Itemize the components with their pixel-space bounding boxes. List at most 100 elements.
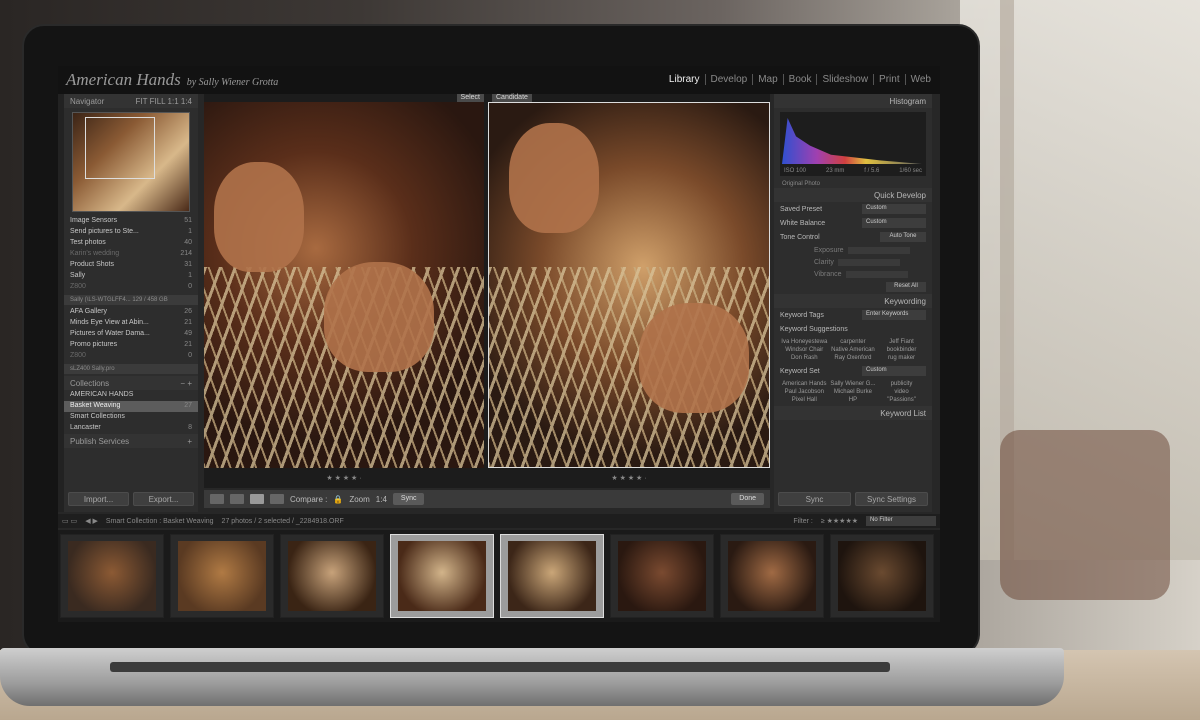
auto-tone-button[interactable]: Auto Tone xyxy=(880,232,926,242)
add-publish-icon[interactable]: + xyxy=(187,437,192,446)
keyword-tag[interactable]: Sally Wiener G... xyxy=(829,380,878,388)
white-balance-select[interactable]: Custom xyxy=(862,218,926,228)
folder-row[interactable]: Send pictures to Ste... 1 xyxy=(64,227,198,238)
export-button[interactable]: Export... xyxy=(133,492,194,506)
filmstrip-thumbnail[interactable] xyxy=(610,534,714,618)
keyword-tag[interactable]: Native American xyxy=(829,346,878,354)
folder-row[interactable]: Karin's wedding 214 xyxy=(64,249,198,260)
navigator-header[interactable]: Navigator FIT FILL 1:1 1:4 xyxy=(64,94,198,108)
rating-filter-icon[interactable]: ≥ ★★★★★ xyxy=(821,517,858,525)
folder-name: AFA Gallery xyxy=(70,308,107,315)
volume-row[interactable]: Sally (\LS-WTGLFF4... 129 / 458 GB xyxy=(64,295,198,305)
folder-row[interactable]: Z800 0 xyxy=(64,351,198,362)
histogram-header[interactable]: Histogram xyxy=(774,94,932,108)
filmstrip-source[interactable]: Smart Collection : Basket Weaving xyxy=(106,518,214,525)
quick-develop-header[interactable]: Quick Develop xyxy=(774,188,932,202)
original-photo-check[interactable]: Original Photo xyxy=(774,180,932,188)
zoom-value[interactable]: 1:4 xyxy=(376,495,387,504)
compare-view-icon[interactable] xyxy=(250,494,264,504)
filmstrip-thumbnail[interactable] xyxy=(60,534,164,618)
hand-left xyxy=(509,123,599,233)
module-book[interactable]: Book xyxy=(782,74,817,85)
module-slideshow[interactable]: Slideshow xyxy=(816,74,873,85)
module-web[interactable]: Web xyxy=(904,74,936,85)
keyword-tag[interactable]: HP xyxy=(829,396,878,404)
done-button[interactable]: Done xyxy=(731,493,764,505)
candidate-rating[interactable]: ★ ★ ★ ★ · xyxy=(488,472,770,484)
keyword-tag[interactable]: carpenter xyxy=(829,338,878,346)
survey-view-icon[interactable] xyxy=(270,494,284,504)
keyword-tag[interactable]: Windsor Chair xyxy=(780,346,829,354)
white-balance-row: White Balance Custom xyxy=(774,216,932,230)
collection-row[interactable]: Smart Collections xyxy=(64,412,198,423)
sync-button[interactable]: Sync xyxy=(778,492,851,506)
folder-row[interactable]: Promo pictures 21 xyxy=(64,340,198,351)
keyword-tag[interactable]: American Hands xyxy=(780,380,829,388)
grid-view-icon[interactable] xyxy=(210,494,224,504)
filmstrip-thumbnail[interactable] xyxy=(830,534,934,618)
sync-settings-button[interactable]: Sync Settings xyxy=(855,492,928,506)
navigator-zoom[interactable]: FIT FILL 1:1 1:4 xyxy=(136,97,192,106)
folder-row[interactable]: Image Sensors 51 xyxy=(64,216,198,227)
folder-row[interactable]: Pictures of Water Dama... 49 xyxy=(64,329,198,340)
loupe-view-icon[interactable] xyxy=(230,494,244,504)
keyword-tag[interactable]: Pixel Hall xyxy=(780,396,829,404)
folder-row[interactable]: Product Shots 31 xyxy=(64,260,198,271)
select-photo[interactable] xyxy=(204,102,484,468)
folder-row[interactable]: Minds Eye View at Abin... 21 xyxy=(64,318,198,329)
filmstrip-thumbnail[interactable] xyxy=(280,534,384,618)
collection-row[interactable]: Lancaster 8 xyxy=(64,423,198,434)
keyword-list-header[interactable]: Keyword List xyxy=(774,406,932,420)
keyword-tag[interactable]: Don Rash xyxy=(780,354,829,362)
histogram: ISO 100 23 mm f / 5.6 1/60 sec xyxy=(780,112,926,176)
module-develop[interactable]: Develop xyxy=(704,74,753,85)
keywording-header[interactable]: Keywording xyxy=(774,294,932,308)
collections-header[interactable]: Collections − + xyxy=(64,376,198,390)
keyword-tag[interactable]: Iva Honeyestewa xyxy=(780,338,829,346)
keyword-set-select[interactable]: Custom xyxy=(862,366,926,376)
keyword-tag[interactable]: Michael Burke xyxy=(829,388,878,396)
keyword-tag[interactable]: video xyxy=(877,388,926,396)
keyword-tag[interactable]: Paul Jacobson xyxy=(780,388,829,396)
module-map[interactable]: Map xyxy=(752,74,782,85)
keyword-tags-select[interactable]: Enter Keywords xyxy=(862,310,926,320)
keyword-set-tags: American Hands Sally Wiener G... publicity… xyxy=(774,378,932,406)
keyword-tag[interactable]: "Passions" xyxy=(877,396,926,404)
module-print[interactable]: Print xyxy=(873,74,905,85)
folder-row[interactable]: Test photos 40 xyxy=(64,238,198,249)
reset-all-button[interactable]: Reset All xyxy=(886,282,926,292)
folder-row[interactable]: Z800 0 xyxy=(64,282,198,293)
collection-row[interactable]: Basket Weaving 27 xyxy=(64,401,198,412)
navigator-preview[interactable] xyxy=(72,112,190,212)
filmstrip-thumbnail[interactable] xyxy=(390,534,494,618)
keyword-tag[interactable]: rug maker xyxy=(877,354,926,362)
keyword-tag[interactable]: publicity xyxy=(877,380,926,388)
identity-plate: American Hands by Sally Wiener Grotta xyxy=(66,70,278,90)
filmstrip-thumbnail[interactable] xyxy=(500,534,604,618)
filmstrip-thumbnail[interactable] xyxy=(170,534,274,618)
vibrance-buttons[interactable] xyxy=(845,270,908,278)
publish-services-header[interactable]: Publish Services + xyxy=(64,434,198,448)
exposure-buttons[interactable] xyxy=(847,246,910,254)
hand-right xyxy=(639,303,749,413)
lock-icon[interactable]: 🔒 xyxy=(333,495,343,504)
module-library[interactable]: Library xyxy=(664,74,705,85)
grid-icon[interactable]: ▭ ▭ xyxy=(62,517,77,525)
folder-row[interactable]: AFA Gallery 26 xyxy=(64,307,198,318)
saved-preset-select[interactable]: Custom xyxy=(862,204,926,214)
import-button[interactable]: Import... xyxy=(68,492,129,506)
keyword-tag[interactable]: Ray Oxenford xyxy=(829,354,878,362)
filter-select[interactable]: No Filter xyxy=(866,516,936,526)
collection-row[interactable]: AMERICAN HANDS xyxy=(64,390,198,401)
keyword-tag[interactable]: bookbinder xyxy=(877,346,926,354)
sync-zoom-button[interactable]: Sync xyxy=(392,493,425,505)
add-collection-icon[interactable]: − + xyxy=(180,379,192,388)
candidate-photo[interactable] xyxy=(488,102,770,468)
filmstrip-thumbnail[interactable] xyxy=(720,534,824,618)
volume-row-2[interactable]: sLZ400 Sally.pro xyxy=(64,364,198,374)
keyword-tag[interactable]: Jeff Fiant xyxy=(877,338,926,346)
folder-row[interactable]: Sally 1 xyxy=(64,271,198,282)
clarity-buttons[interactable] xyxy=(837,258,900,266)
back-arrow-icon[interactable]: ◀ ▶ xyxy=(85,517,98,525)
select-rating[interactable]: ★ ★ ★ ★ · xyxy=(204,472,484,484)
